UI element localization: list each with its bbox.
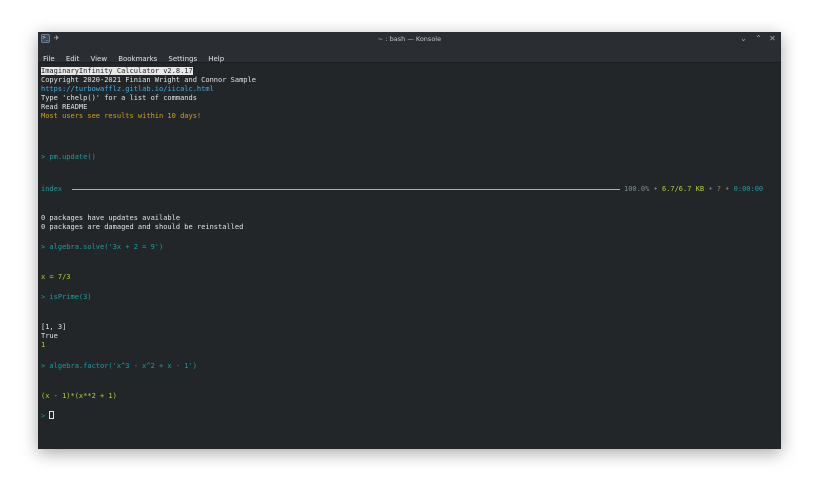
menu-bar: File Edit View Bookmarks Settings Help [38,46,781,63]
bullet: • [725,185,730,193]
command-line: > algebra.factor('x^3 - x^2 + x - 1') [41,362,197,370]
maximize-icon[interactable]: ⌃ [754,34,763,43]
progress-size: 6.7/6.7 KB [661,185,705,193]
command-line: > algebra.solve('3x + 2 = 9') [41,243,164,251]
output-line: 0 packages are damaged and should be rei… [41,223,244,231]
website-link[interactable]: https://turbowafflz.gitlab.io/iicalc.htm… [41,85,214,94]
result-line: 1 [41,341,46,349]
progress-bar [72,189,620,190]
minimize-icon[interactable]: ⌄ [739,34,748,43]
result-line: (x - 1)*(x**2 + 1) [41,392,117,400]
window-title: ~ : bash — Konsole [377,35,442,43]
help-hint-text: Type 'chelp()' for a list of commands [41,94,197,102]
progress-percent: 100.0% [624,185,650,193]
terminal-area[interactable]: ImaginaryInfinity Calculator v2.8.17 Cop… [41,65,778,445]
copyright-text: Copyright 2020-2021 Finian Wright and Co… [41,76,256,84]
output-line: True [41,332,58,340]
close-icon[interactable]: ✕ [768,34,777,43]
result-line: x = 7/3 [41,273,71,281]
command-line: > isPrime(3) [41,293,92,301]
tagline-text: Most users see results within 10 days! [41,112,202,120]
bullet: • [708,185,713,193]
konsole-window: >_ ✈ ~ : bash — Konsole ⌄ ⌃ ✕ File Edit … [38,32,781,449]
progress-label: index [41,185,63,193]
bullet: • [653,185,658,193]
prompt-symbol: > [41,412,46,420]
progress-count: ? [716,185,721,193]
banner-text: ImaginaryInfinity Calculator v2.8.17 [41,67,193,75]
progress-stats: 100.0% • 6.7/6.7 KB • ? • 0:00:00 [624,185,763,194]
readme-text: Read README [41,103,88,111]
progress-time: 0:00:00 [733,185,764,193]
prompt-line[interactable]: > [41,411,55,421]
output-line: [1, 3] [41,323,67,331]
progress-row: index 100.0% • 6.7/6.7 KB • ? • 0:00:00 [41,185,778,194]
output-line: 0 packages have updates available [41,214,181,222]
text-cursor [49,411,55,419]
command-line: > pm.update() [41,153,96,161]
title-bar[interactable]: >_ ✈ ~ : bash — Konsole ⌄ ⌃ ✕ [38,32,781,46]
